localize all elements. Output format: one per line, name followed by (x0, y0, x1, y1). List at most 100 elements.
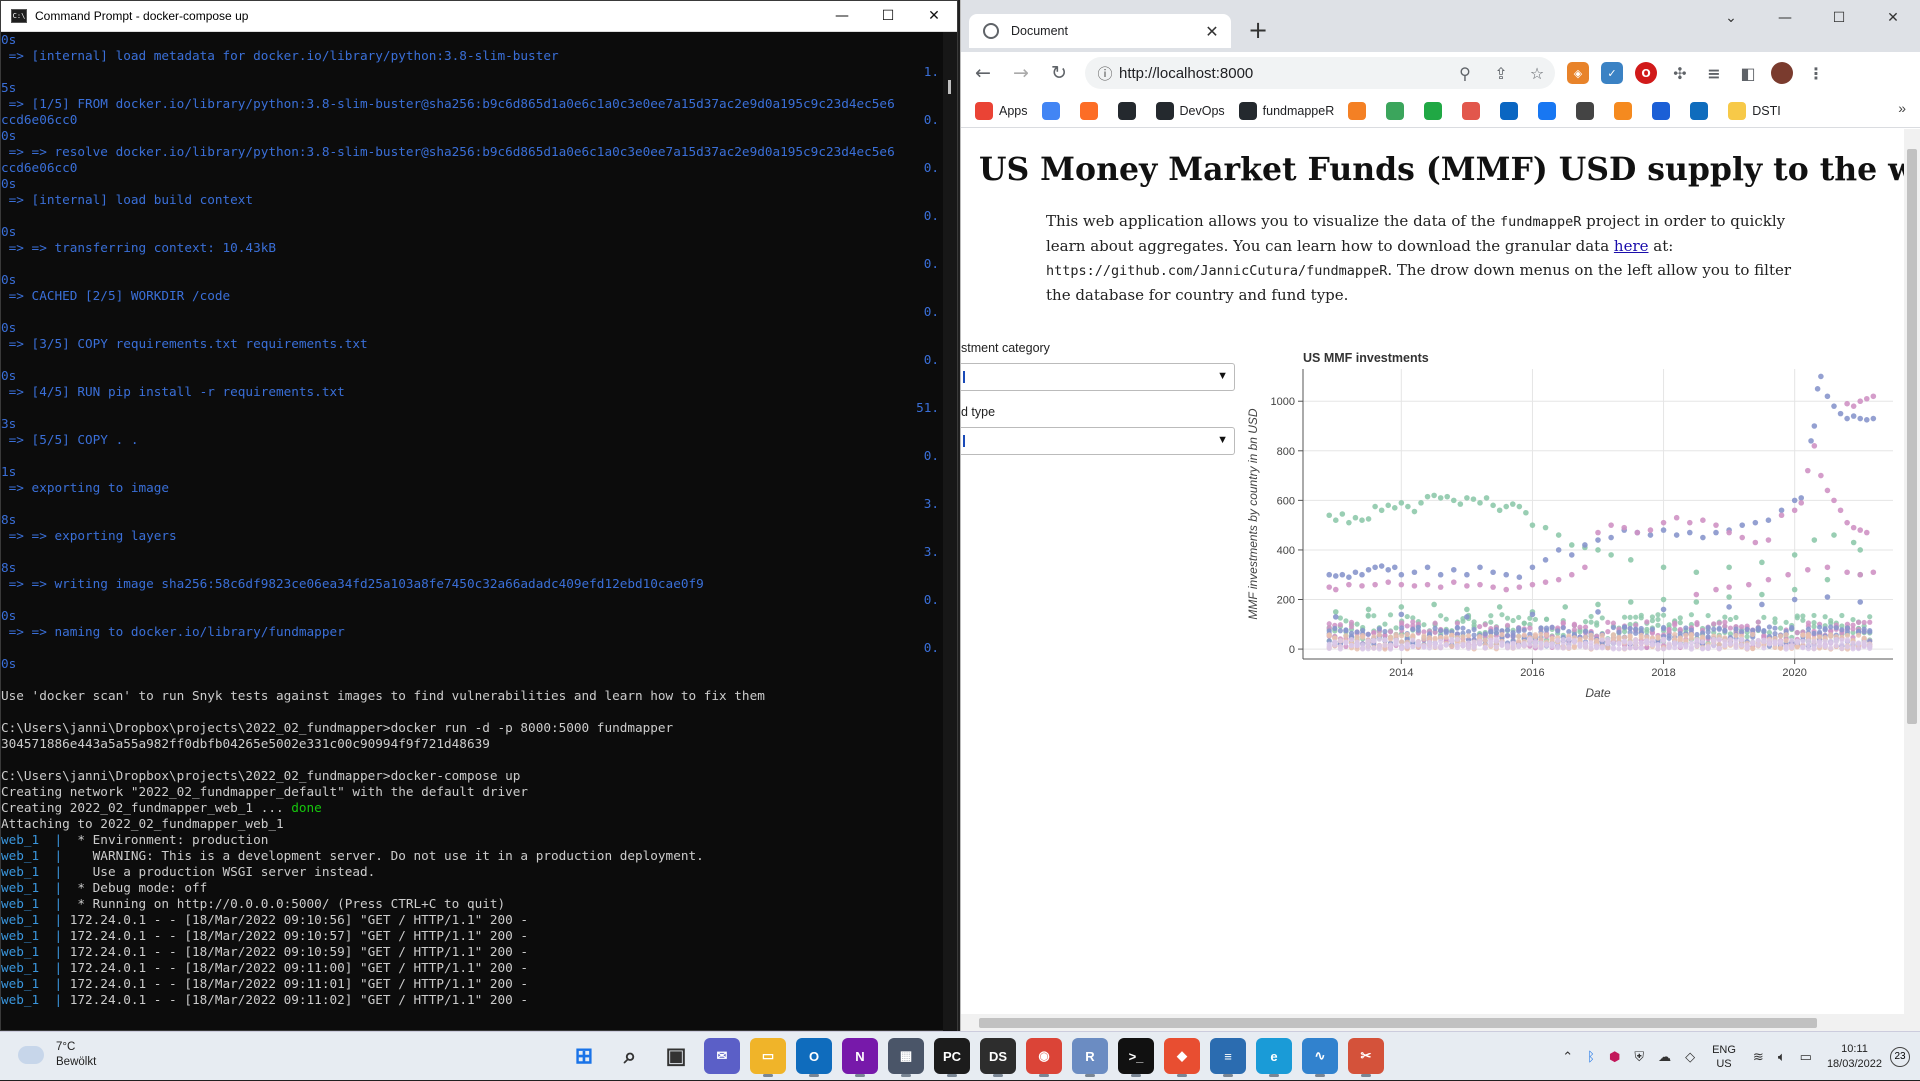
share-icon[interactable]: ⇪ (1483, 64, 1519, 83)
wifi-icon[interactable]: ≋ (1753, 1049, 1764, 1065)
search-icon[interactable]: ⌕ (612, 1038, 648, 1074)
leaf-icon (1386, 101, 1405, 120)
browser-maximize-button[interactable]: ☐ (1812, 0, 1866, 36)
browser-close-button[interactable]: ✕ (1866, 0, 1920, 36)
calculator-icon[interactable]: ▦ (888, 1038, 924, 1077)
app-tray-icon[interactable]: ⬢ (1609, 1049, 1620, 1065)
pycharm-icon[interactable]: PC (934, 1038, 970, 1077)
chevron-up-icon[interactable]: ⌃ (1562, 1049, 1573, 1065)
snip-icon[interactable]: ✂ (1348, 1038, 1384, 1077)
browser-minimize-button[interactable]: — (1758, 0, 1812, 36)
file-explorer-icon[interactable]: ▭ (750, 1038, 786, 1077)
tab-close-icon[interactable]: ✕ (1201, 22, 1223, 41)
bookmark-item[interactable] (1386, 101, 1410, 120)
back-arrow-icon[interactable]: ← (967, 57, 999, 89)
extension-fox-icon[interactable]: ◈ (1567, 62, 1589, 84)
data-point (1616, 634, 1622, 640)
bookmark-item[interactable] (1079, 101, 1104, 120)
onenote-icon[interactable]: N (842, 1038, 878, 1077)
cmd-output[interactable]: 0s => [internal] load metadata for docke… (1, 32, 945, 1031)
bookmark-item[interactable]: Apps (975, 101, 1028, 120)
task-view-icon[interactable]: ▣ (658, 1038, 694, 1074)
onedrive-icon[interactable]: ☁ (1658, 1049, 1671, 1065)
bookmark-item[interactable] (1462, 101, 1486, 120)
tab-document[interactable]: Document ✕ (969, 14, 1231, 48)
cmd-scroll-thumb[interactable] (948, 80, 951, 94)
edge-icon[interactable]: e (1256, 1038, 1292, 1077)
jetbrains-icon[interactable]: DS (980, 1038, 1016, 1077)
volume-icon[interactable]: 🔈︎ (1778, 1049, 1786, 1065)
windows-start-icon[interactable]: ⊞ (566, 1038, 602, 1074)
bookmark-item[interactable] (1500, 101, 1524, 120)
notepad-icon[interactable]: ≡ (1210, 1038, 1246, 1077)
command-prompt-window[interactable]: C:\ Command Prompt - docker-compose up —… (0, 0, 958, 1031)
bookmark-star-icon[interactable]: ☆ (1519, 64, 1555, 83)
bookmarks-overflow-icon[interactable]: » (1898, 100, 1906, 116)
cmd-close-button[interactable]: ✕ (911, 1, 957, 32)
bookmark-item[interactable] (1576, 101, 1600, 120)
cmd-line: => [4/5] RUN pip install -r requirements… (1, 384, 945, 400)
profile-avatar[interactable] (1771, 62, 1793, 84)
horizontal-scroll-thumb[interactable] (979, 1018, 1817, 1028)
dropbox-icon[interactable]: ◇ (1685, 1049, 1695, 1065)
chrome-menu-icon[interactable]: ⋮ (1805, 62, 1827, 84)
bookmark-item[interactable] (1041, 101, 1066, 120)
forward-arrow-icon[interactable]: → (1005, 57, 1037, 89)
bookmark-item[interactable]: fundmappeR (1238, 101, 1334, 120)
new-tab-button[interactable]: + (1244, 16, 1272, 44)
data-point (1354, 621, 1360, 627)
clock[interactable]: 10:11 18/03/2022 (1827, 1042, 1882, 1072)
language-indicator[interactable]: ENG US (1712, 1043, 1736, 1071)
bookmark-item[interactable] (1538, 101, 1562, 120)
chrome-icon[interactable]: ◉ (1026, 1038, 1062, 1077)
data-point (1499, 632, 1505, 638)
zoom-icon[interactable]: ⚲ (1447, 64, 1483, 83)
bookmark-item[interactable]: DevOps (1155, 101, 1225, 120)
cmd-line: 0s (1, 368, 945, 384)
outlook-icon[interactable]: O (796, 1038, 832, 1077)
mmf-scatter-chart[interactable]: 2014 2016 2018 2020 0 200 400 600 800 1000 US MMF … (1241, 341, 1901, 701)
weather-widget[interactable]: 7°C Bewölkt (18, 1040, 96, 1070)
git-icon[interactable]: ◆ (1164, 1038, 1200, 1077)
tab-search-icon[interactable]: ⌄ (1704, 0, 1758, 36)
bluetooth-icon[interactable]: ᛒ (1587, 1049, 1595, 1064)
extension-check-icon[interactable]: ✓ (1601, 62, 1623, 84)
investment-category-select[interactable]: ▼ (961, 363, 1235, 391)
cmd-maximize-button[interactable]: ☐ (865, 1, 911, 32)
reading-list-icon[interactable]: ≡ (1703, 62, 1725, 84)
perfmon-icon[interactable]: ∿ (1302, 1038, 1338, 1077)
page-horizontal-scrollbar[interactable] (961, 1014, 1905, 1031)
reload-icon[interactable]: ↻ (1043, 57, 1075, 89)
page-vertical-scrollbar[interactable] (1904, 129, 1920, 1031)
vertical-scroll-thumb[interactable] (1907, 149, 1917, 724)
site-info-icon[interactable]: ⓘ (1091, 59, 1119, 87)
vpn-icon[interactable]: ⛨ (1634, 1049, 1644, 1065)
cmd-titlebar[interactable]: C:\ Command Prompt - docker-compose up —… (1, 1, 957, 32)
side-panel-icon[interactable]: ◧ (1737, 62, 1759, 84)
cmd-scrollbar[interactable] (943, 32, 957, 1031)
bookmark-item[interactable] (1690, 101, 1714, 120)
terminal-icon[interactable]: >_ (1118, 1038, 1154, 1077)
bookmark-item[interactable] (1652, 101, 1676, 120)
teams-chat-icon[interactable]: ✉ (704, 1038, 740, 1074)
bookmark-item[interactable] (1117, 101, 1142, 120)
data-point (1855, 645, 1862, 652)
data-point (1686, 519, 1693, 526)
intro-here-link[interactable]: here (1614, 237, 1649, 255)
cmd-minimize-button[interactable]: — (819, 1, 865, 32)
extensions-puzzle-icon[interactable]: ✣ (1669, 62, 1691, 84)
bookmark-item[interactable] (1614, 101, 1638, 120)
fund-type-select[interactable]: ▼ (961, 427, 1235, 455)
data-point (1424, 564, 1431, 571)
bookmark-item[interactable] (1424, 101, 1448, 120)
bookmark-item[interactable] (1348, 101, 1372, 120)
chrome-window[interactable]: Document ✕ + ⌄ — ☐ ✕ ← → ↻ ⓘ http://loca… (960, 0, 1920, 1031)
address-bar[interactable]: ⓘ http://localhost:8000 ⚲ ⇪ ☆ (1085, 57, 1555, 89)
battery-icon[interactable]: ▭ (1800, 1049, 1812, 1065)
data-point (1523, 509, 1529, 516)
url-text[interactable]: http://localhost:8000 (1119, 65, 1447, 82)
r-icon[interactable]: R (1072, 1038, 1108, 1077)
extension-opera-icon[interactable]: O (1635, 62, 1657, 84)
notification-badge[interactable]: 23 (1890, 1046, 1910, 1067)
bookmark-item[interactable]: DSTI (1728, 101, 1781, 120)
